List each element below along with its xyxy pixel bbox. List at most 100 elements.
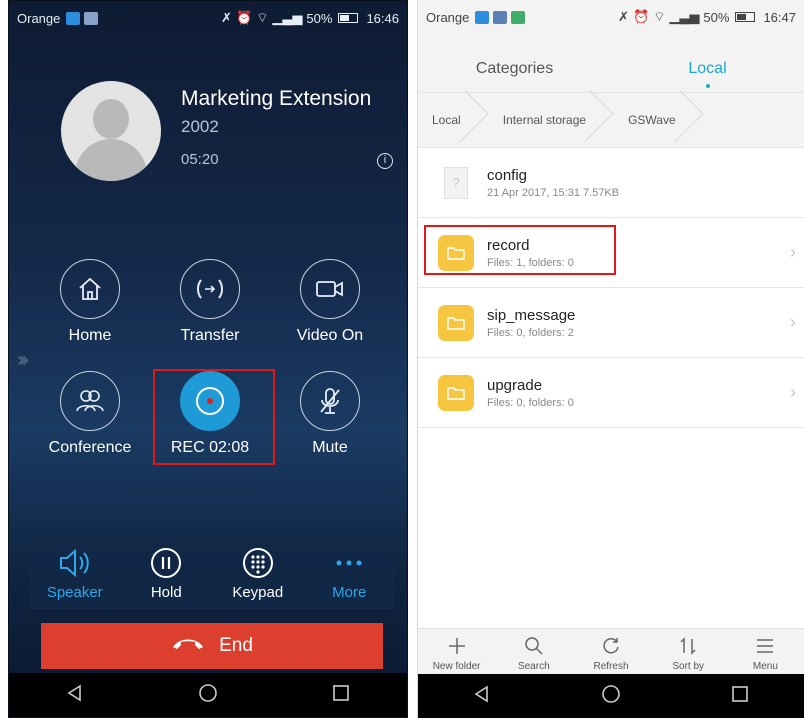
search-icon bbox=[495, 635, 572, 657]
file-icon: ? bbox=[438, 165, 474, 201]
transfer-label: Transfer bbox=[180, 327, 240, 344]
recents-icon[interactable] bbox=[331, 683, 351, 708]
list-item[interactable]: ? config 21 Apr 2017, 15:31 7.57KB bbox=[418, 148, 804, 218]
hang-up-icon bbox=[171, 635, 205, 657]
status-time: 16:47 bbox=[763, 9, 796, 25]
conference-label: Conference bbox=[48, 439, 132, 456]
avatar bbox=[61, 81, 161, 181]
end-call-label: End bbox=[219, 635, 253, 656]
transfer-icon bbox=[180, 259, 240, 319]
notification-icon bbox=[511, 10, 526, 24]
folder-icon bbox=[438, 234, 474, 271]
sort-icon bbox=[650, 635, 727, 657]
battery-icon bbox=[735, 12, 756, 22]
breadcrumb-item[interactable]: GSWave bbox=[614, 92, 688, 148]
more-label: More bbox=[332, 584, 367, 601]
android-nav-bar bbox=[418, 674, 804, 718]
breadcrumb-item[interactable]: Internal storage bbox=[489, 92, 598, 148]
keypad-button[interactable]: Keypad bbox=[212, 537, 304, 609]
hold-button[interactable]: Hold bbox=[121, 537, 213, 609]
notification-icon bbox=[84, 11, 99, 25]
sort-by-label: Sort by bbox=[672, 661, 705, 672]
back-icon[interactable] bbox=[65, 683, 85, 708]
search-label: Search bbox=[517, 661, 550, 672]
signal-icon: ▁▃▅ bbox=[669, 9, 700, 24]
more-button[interactable]: More bbox=[304, 537, 396, 609]
file-details: Files: 0, folders: 2 bbox=[487, 326, 574, 339]
video-label: Video On bbox=[296, 327, 364, 344]
tab-categories[interactable]: Categories bbox=[418, 34, 611, 92]
breadcrumb-item[interactable]: Local bbox=[418, 92, 473, 148]
android-nav-bar bbox=[9, 673, 407, 717]
call-duration: 05:20 bbox=[181, 151, 219, 168]
mute-status-icon: ✗ bbox=[221, 10, 232, 25]
conference-icon bbox=[60, 371, 120, 431]
file-name: sip_message bbox=[487, 306, 576, 324]
video-button[interactable]: Video On bbox=[275, 259, 385, 345]
new-folder-button[interactable]: New folder bbox=[418, 629, 495, 674]
transfer-button[interactable]: Transfer bbox=[155, 259, 265, 345]
refresh-icon bbox=[572, 635, 649, 657]
tab-local[interactable]: Local bbox=[611, 34, 804, 92]
refresh-button[interactable]: Refresh bbox=[572, 629, 649, 674]
list-item[interactable]: upgrade Files: 0, folders: 0 › bbox=[418, 358, 804, 428]
folder-icon bbox=[438, 374, 474, 411]
new-folder-label: New folder bbox=[432, 661, 481, 672]
mute-button[interactable]: Mute bbox=[275, 371, 385, 457]
status-bar: Orange ✗ ⏰ ⌔ ▁▃▅ 50% 16:47 bbox=[418, 0, 804, 34]
mute-label: Mute bbox=[312, 439, 348, 456]
file-details: 21 Apr 2017, 15:31 7.57KB bbox=[487, 186, 620, 199]
notification-icon bbox=[66, 11, 81, 25]
home-button[interactable]: Home bbox=[35, 259, 145, 345]
carrier-label: Orange bbox=[426, 9, 470, 25]
back-icon[interactable] bbox=[472, 684, 492, 709]
menu-icon bbox=[727, 635, 804, 657]
signal-icon: ▁▃▅ bbox=[272, 10, 303, 25]
chevron-right-icon: › bbox=[790, 242, 796, 262]
record-label: REC 02:08 bbox=[170, 439, 250, 456]
hold-label: Hold bbox=[150, 584, 182, 601]
conference-button[interactable]: Conference bbox=[35, 371, 145, 457]
mute-status-icon: ✗ bbox=[618, 9, 629, 24]
record-button[interactable]: REC 02:08 bbox=[155, 371, 265, 457]
keypad-label: Keypad bbox=[232, 584, 284, 601]
menu-button[interactable]: Menu bbox=[727, 629, 804, 674]
search-button[interactable]: Search bbox=[495, 629, 572, 674]
battery-percent: 50% bbox=[306, 10, 333, 26]
bottom-toolbar: New folder Search Refresh Sort by Menu bbox=[418, 628, 804, 674]
info-icon[interactable]: i bbox=[377, 153, 393, 169]
alarm-icon: ⏰ bbox=[236, 10, 253, 25]
home-icon bbox=[60, 259, 120, 319]
file-details: Files: 1, folders: 0 bbox=[487, 256, 574, 269]
file-details: Files: 0, folders: 0 bbox=[487, 396, 574, 409]
notification-icon bbox=[493, 10, 508, 24]
list-item[interactable]: record Files: 1, folders: 0 › bbox=[418, 218, 804, 288]
call-control-bar: Speaker Hold Keypad More bbox=[29, 537, 395, 609]
speaker-icon bbox=[29, 545, 121, 581]
recents-icon[interactable] bbox=[730, 684, 750, 709]
file-name: record bbox=[487, 236, 530, 254]
pause-icon bbox=[121, 545, 213, 581]
video-camera-icon bbox=[300, 259, 360, 319]
expand-chevron-icon[interactable]: ››› bbox=[17, 349, 29, 372]
home-nav-icon[interactable] bbox=[198, 683, 218, 708]
end-call-button[interactable]: End bbox=[41, 623, 383, 669]
speaker-button[interactable]: Speaker bbox=[29, 537, 121, 609]
file-manager-screen: Orange ✗ ⏰ ⌔ ▁▃▅ 50% 16:47 Categories Lo… bbox=[417, 0, 804, 718]
breadcrumb: Local Internal storage GSWave bbox=[418, 92, 804, 148]
record-icon bbox=[180, 371, 240, 431]
menu-label: Menu bbox=[752, 661, 778, 672]
sort-by-button[interactable]: Sort by bbox=[650, 629, 727, 674]
more-dots-icon bbox=[304, 545, 396, 581]
file-name: upgrade bbox=[487, 376, 543, 394]
callee-name: Marketing Extension bbox=[181, 87, 372, 110]
chevron-right-icon: › bbox=[790, 382, 796, 402]
home-nav-icon[interactable] bbox=[601, 684, 621, 709]
home-label: Home bbox=[68, 327, 112, 344]
speaker-label: Speaker bbox=[46, 584, 103, 601]
chevron-right-icon: › bbox=[790, 312, 796, 332]
keypad-icon bbox=[212, 545, 304, 581]
carrier-label: Orange bbox=[17, 10, 61, 26]
list-item[interactable]: sip_message Files: 0, folders: 2 › bbox=[418, 288, 804, 358]
plus-icon bbox=[418, 635, 495, 657]
